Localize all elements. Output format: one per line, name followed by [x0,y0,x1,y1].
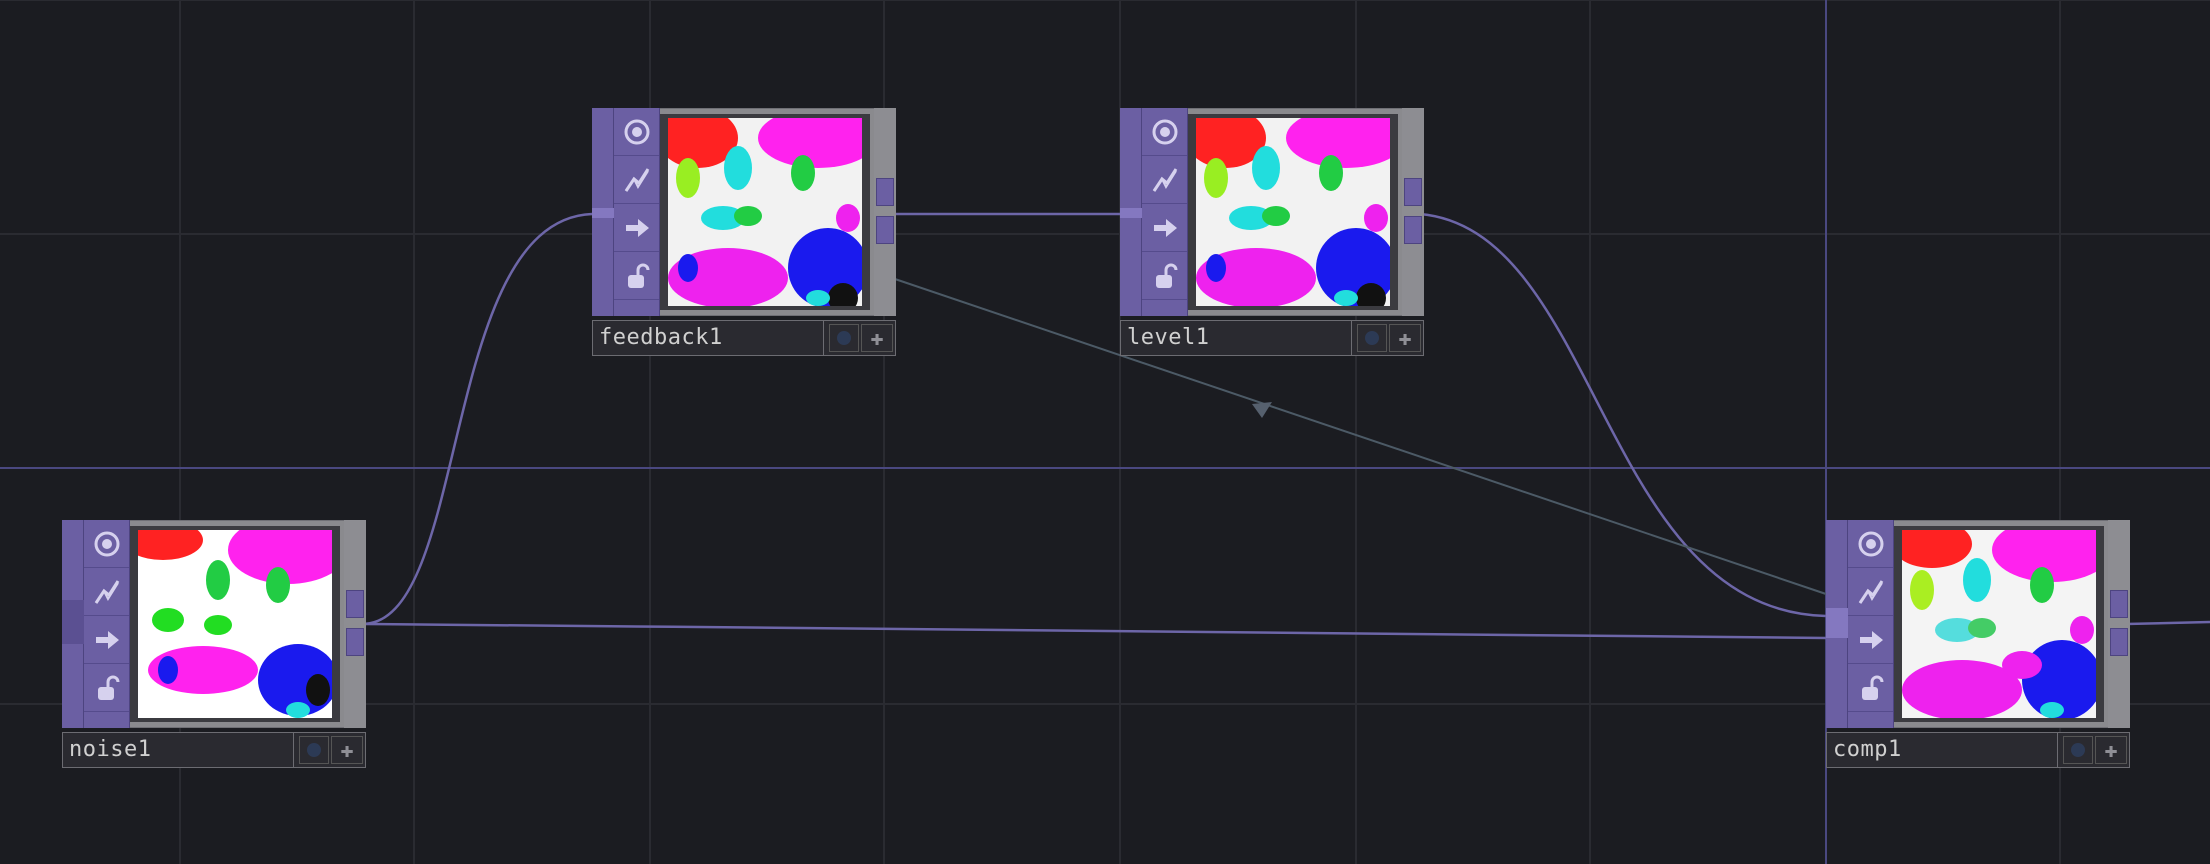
viewer-active-icon[interactable] [614,108,659,156]
cook-icon[interactable] [614,204,659,252]
preview-frame [660,114,870,310]
viewer-dot-icon [837,331,851,345]
plus-icon: ✚ [870,325,884,351]
node-name: level1 [1127,325,1210,350]
node-flag-column [1142,108,1188,316]
output-connector-2[interactable] [346,628,364,656]
preview-frame [130,526,340,722]
plus-icon: ✚ [1398,325,1412,351]
output-connector-1[interactable] [1404,178,1422,206]
preview-frame [1188,114,1398,310]
lock-icon[interactable] [614,252,659,300]
bypass-icon[interactable] [1848,568,1893,616]
preview-image[interactable] [1902,530,2096,718]
viewer-toggle-button[interactable] [2063,736,2093,764]
viewer-active-icon[interactable] [1142,108,1187,156]
node-namebar: comp1 ✚ [1826,732,2130,768]
output-connector-2[interactable] [1404,216,1422,244]
output-strip [1402,108,1424,316]
expand-button[interactable]: ✚ [331,736,363,764]
node-feedback1[interactable]: feedback1 ✚ [592,108,896,356]
output-strip [344,520,366,728]
output-connector-2[interactable] [2110,628,2128,656]
node-level1[interactable]: level1 ✚ [1120,108,1424,356]
node-comp1[interactable]: comp1 ✚ [1826,520,2130,768]
plus-icon: ✚ [340,737,354,763]
preview-image[interactable] [668,118,862,306]
viewer-dot-icon [2071,743,2085,757]
node-namebar: level1 ✚ [1120,320,1424,356]
viewer-dot-icon [307,743,321,757]
lock-icon[interactable] [1142,252,1187,300]
cook-icon[interactable] [84,616,129,664]
output-strip [874,108,896,316]
expand-button[interactable]: ✚ [1389,324,1421,352]
viewer-toggle-button[interactable] [1357,324,1387,352]
expand-button[interactable]: ✚ [861,324,893,352]
bypass-icon[interactable] [1142,156,1187,204]
viewer-toggle-button[interactable] [299,736,329,764]
lock-icon[interactable] [1848,664,1893,712]
preview-image[interactable] [138,530,332,718]
input-connector[interactable] [1826,608,1848,638]
output-strip [2108,520,2130,728]
node-flag-column [1848,520,1894,728]
output-connector-2[interactable] [876,216,894,244]
output-connector-1[interactable] [2110,590,2128,618]
node-name: feedback1 [599,325,723,350]
cook-icon[interactable] [1142,204,1187,252]
node-flag-column [614,108,660,316]
input-connector[interactable] [1120,208,1142,218]
bypass-icon[interactable] [614,156,659,204]
node-namebar: feedback1 ✚ [592,320,896,356]
node-name: noise1 [69,737,152,762]
bypass-icon[interactable] [84,568,129,616]
viewer-active-icon[interactable] [1848,520,1893,568]
preview-image[interactable] [1196,118,1390,306]
viewer-toggle-button[interactable] [829,324,859,352]
viewer-active-icon[interactable] [84,520,129,568]
node-noise1[interactable]: noise1 ✚ [62,520,366,768]
node-flag-column [84,520,130,728]
expand-button[interactable]: ✚ [2095,736,2127,764]
cook-icon[interactable] [1848,616,1893,664]
input-connector[interactable] [592,208,614,218]
node-name: comp1 [1833,737,1902,762]
output-connector-1[interactable] [346,590,364,618]
node-namebar: noise1 ✚ [62,732,366,768]
plus-icon: ✚ [2104,737,2118,763]
viewer-dot-icon [1365,331,1379,345]
input-connector[interactable] [62,600,84,644]
lock-icon[interactable] [84,664,129,712]
preview-frame [1894,526,2104,722]
output-connector-1[interactable] [876,178,894,206]
